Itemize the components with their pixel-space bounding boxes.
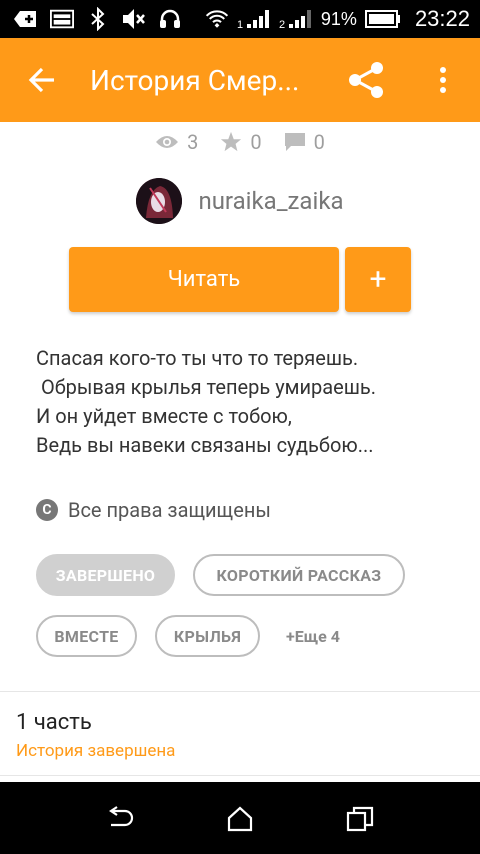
part-title: 1 часть — [16, 710, 92, 735]
avatar[interactable] — [136, 178, 183, 224]
tag-together[interactable]: ВМЕСТЕ — [36, 615, 137, 657]
part-status: История завершена — [16, 741, 176, 761]
home-icon — [227, 806, 253, 832]
battery-icon — [364, 7, 401, 31]
tag-short-story[interactable]: КОРОТКИЙ РАССКАЗ — [193, 554, 405, 596]
comment-icon — [284, 133, 305, 151]
battery-percent: 91% — [320, 8, 357, 29]
stars-stat: 0 — [220, 130, 262, 154]
author-row[interactable]: nuraika_zaika — [0, 178, 480, 224]
tag-completed[interactable]: ЗАВЕРШЕНО — [36, 554, 175, 596]
image-icon — [50, 7, 74, 31]
page-title: История Смер... — [90, 64, 300, 97]
back-button[interactable] — [24, 62, 60, 98]
comments-count: 0 — [313, 130, 325, 154]
description-line: Ведь вы навеки связаны судьбою... — [36, 433, 374, 457]
description-line: И он уйдет вместе с тобою, — [36, 404, 292, 428]
story-description: Спасая кого-то ты что то теряешь. Обрыва… — [36, 344, 456, 460]
svg-text:2: 2 — [279, 19, 285, 30]
arrow-left-icon — [28, 67, 54, 93]
mute-icon — [122, 7, 146, 31]
app-bar: История Смер... — [0, 38, 480, 122]
tag-wings[interactable]: КРЫЛЬЯ — [155, 615, 260, 657]
nav-recents-button[interactable] — [340, 802, 380, 836]
copyright-text: Все права защищены — [68, 498, 271, 522]
add-to-library-button[interactable]: + — [345, 247, 411, 312]
comments-stat: 0 — [284, 130, 325, 154]
signal-sim1-icon: 1 — [237, 7, 271, 31]
back-nav-icon — [109, 806, 134, 827]
more-options-button[interactable] — [428, 62, 458, 98]
divider — [0, 691, 480, 692]
nav-back-button[interactable] — [100, 802, 140, 836]
story-details: 3 0 0 nuraika_zaika Читать + Спасая кого… — [0, 122, 480, 782]
story-stats: 3 0 0 — [0, 130, 480, 154]
signal-sim2-icon: 2 — [279, 7, 313, 31]
clock: 23:22 — [414, 6, 470, 31]
description-line: Обрывая крылья теперь умираешь. — [36, 375, 377, 399]
share-icon — [349, 62, 383, 98]
recents-icon — [346, 806, 374, 832]
nav-home-button[interactable] — [220, 802, 260, 836]
views-count: 3 — [187, 130, 199, 154]
bluetooth-icon — [86, 7, 110, 31]
read-button[interactable]: Читать — [69, 247, 339, 312]
part-item[interactable]: 1 часть История завершена — [16, 710, 175, 761]
author-name[interactable]: nuraika_zaika — [198, 187, 343, 215]
copyright-row: C Все права защищены — [36, 498, 271, 522]
stars-count: 0 — [250, 130, 262, 154]
status-bar: 1 2 91% 23:22 — [0, 0, 480, 38]
star-icon — [221, 131, 242, 152]
more-tags-link[interactable]: +Еще 4 — [286, 627, 340, 646]
more-vert-icon — [440, 67, 446, 93]
svg-text:1: 1 — [237, 19, 243, 30]
divider — [0, 775, 480, 776]
add-notification-icon — [14, 7, 38, 31]
share-button[interactable] — [344, 58, 388, 102]
wifi-icon — [205, 7, 229, 31]
copyright-icon: C — [36, 499, 58, 521]
headset-icon — [158, 7, 182, 31]
description-line: Спасая кого-то ты что то теряешь. — [36, 346, 359, 370]
views-stat: 3 — [155, 130, 198, 154]
system-nav-bar — [0, 782, 480, 854]
eye-icon — [156, 136, 179, 148]
